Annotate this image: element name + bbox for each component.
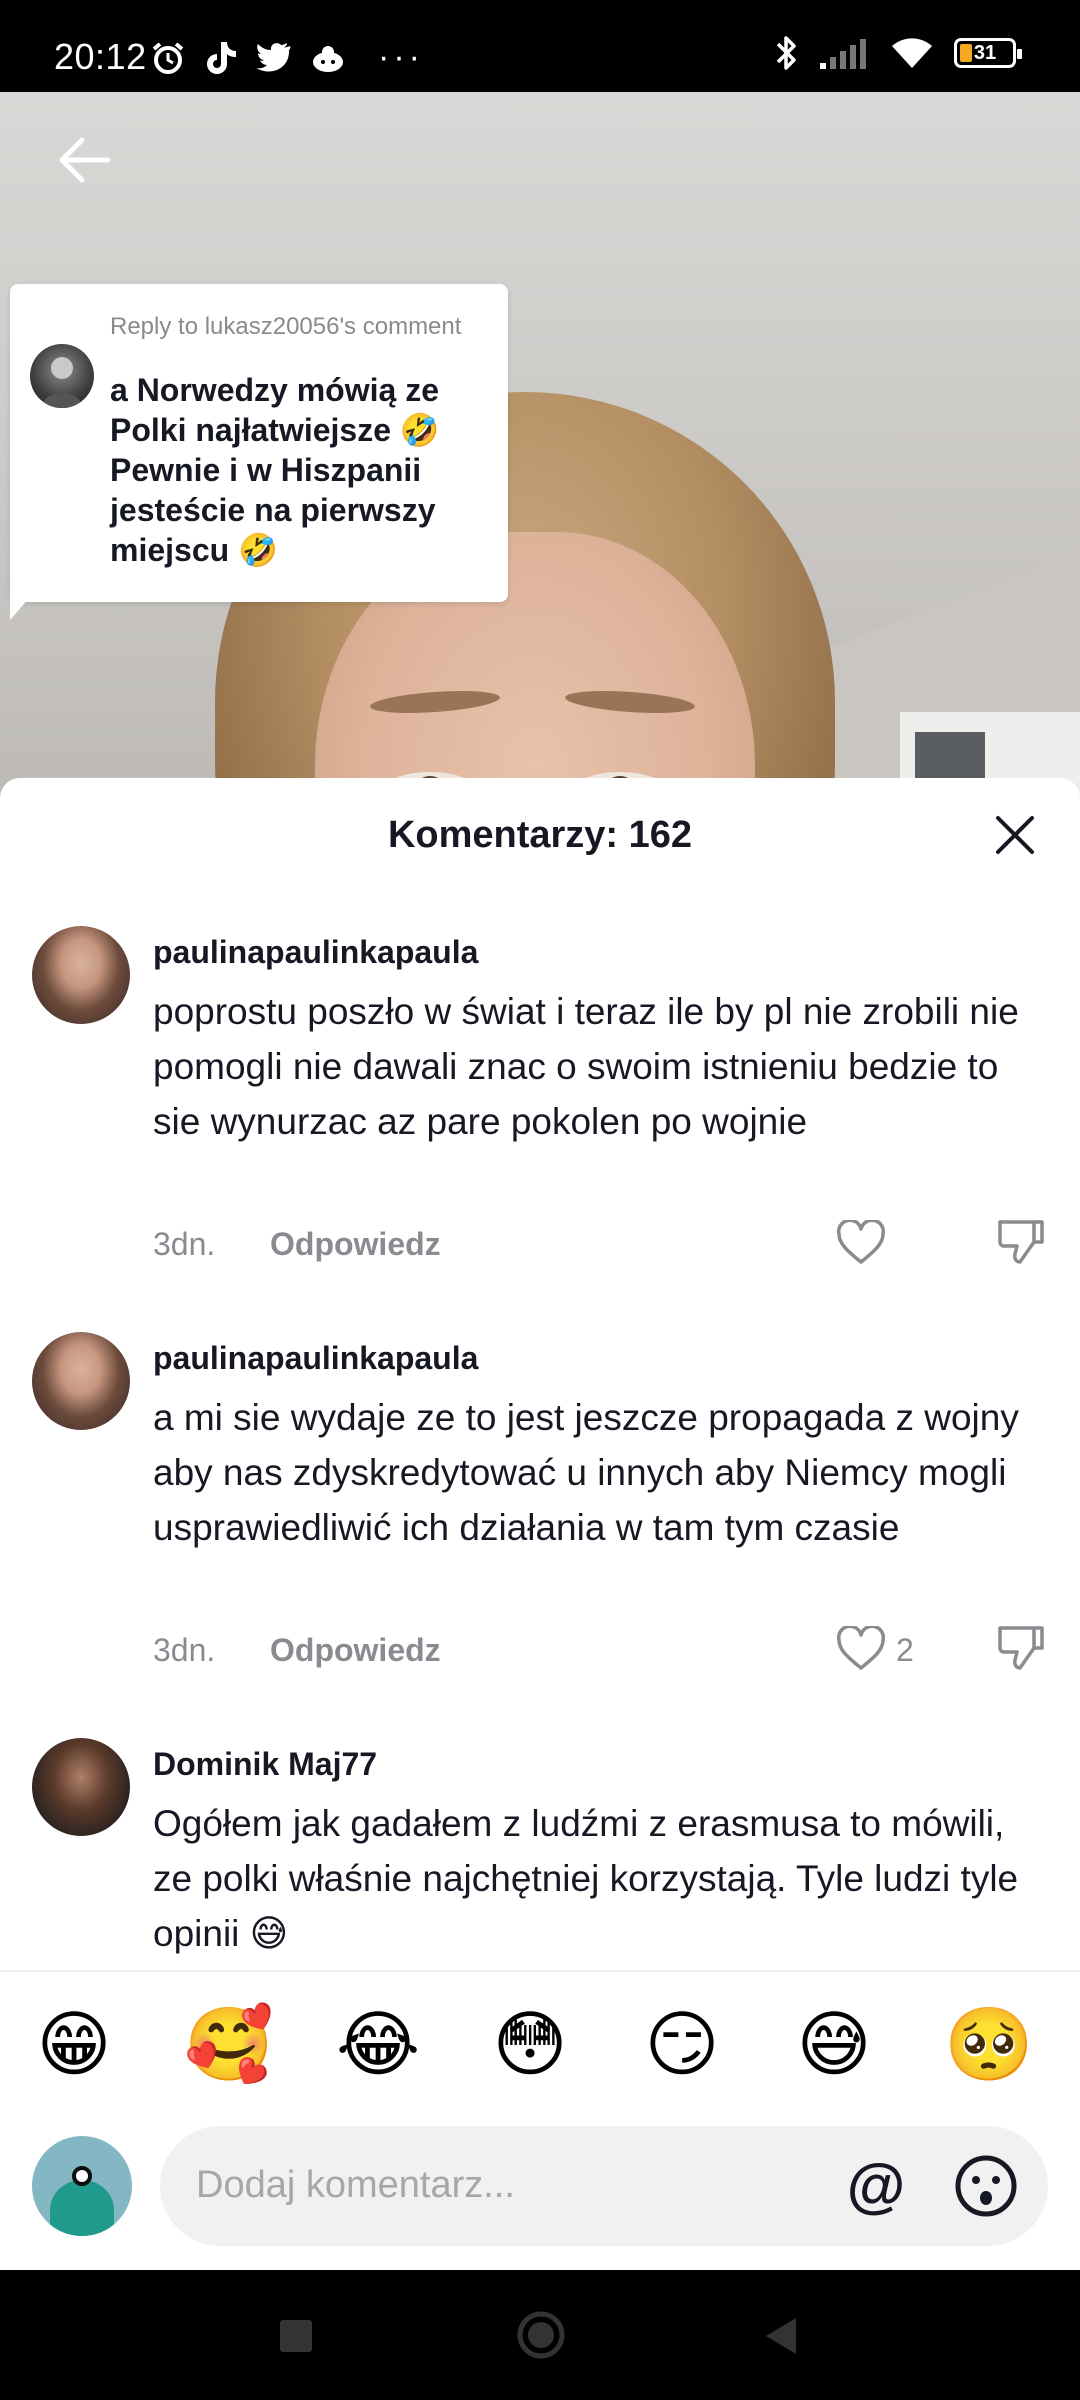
emoji-smirk[interactable]: 😏 xyxy=(640,2002,724,2086)
avatar-mascot-eye xyxy=(72,2166,92,2186)
reply-text: a Norwedzy mówią ze Polki najłatwiejsze … xyxy=(110,372,440,568)
emoji-grin[interactable]: 😁 xyxy=(32,2002,116,2086)
cloud-icon xyxy=(313,45,343,72)
comment-item: Dominik Maj77 Ogółem jak gadałem z ludźm… xyxy=(0,1738,1080,1978)
like-count: 2 xyxy=(896,1632,914,1668)
divider xyxy=(0,1970,1080,1972)
emoji-sweat-smile[interactable]: 😅 xyxy=(792,2002,876,2086)
heart-icon[interactable] xyxy=(836,1220,886,1266)
emoji-hearts[interactable]: 🥰 xyxy=(184,2002,274,2086)
recents-button[interactable] xyxy=(280,2320,312,2352)
battery-icon: 31 xyxy=(954,38,1022,68)
left-brow xyxy=(369,687,501,717)
home-icon[interactable] xyxy=(516,2310,566,2360)
heart-icon[interactable] xyxy=(836,1626,886,1672)
avatar[interactable] xyxy=(32,1332,130,1430)
comment-username[interactable]: paulinapaulinkapaula xyxy=(153,934,478,971)
comment-text: poprostu poszło w świat i teraz ile by p… xyxy=(153,991,1019,1142)
emoji-tears-of-joy[interactable]: 😂 xyxy=(336,2002,420,2086)
emoji-flushed[interactable]: 😳 xyxy=(488,2002,572,2086)
comment-text: Ogółem jak gadałem z ludźmi z erasmusa t… xyxy=(153,1803,1019,1954)
emoji-picker-icon[interactable] xyxy=(952,2152,1020,2220)
reply-button[interactable]: Odpowiedz xyxy=(270,1632,441,1669)
status-icons-right: 31 xyxy=(774,34,1022,72)
alarm-icon xyxy=(152,41,184,74)
comment-placeholder: Dodaj komentarz... xyxy=(196,2164,515,2206)
comments-sheet: Komentarzy: 162 paulinapaulinkapaula pop… xyxy=(0,778,1080,2270)
battery-text: 31 xyxy=(973,41,997,64)
status-bar: 20:12 ··· 31 xyxy=(0,0,1080,92)
comment-input[interactable]: Dodaj komentarz... @ xyxy=(160,2126,1048,2246)
reply-heading: Reply to lukasz20056's comment xyxy=(110,313,462,340)
dislike-icon[interactable] xyxy=(996,1218,1046,1266)
system-nav-bar xyxy=(0,2270,1080,2400)
comment-input-row: Dodaj komentarz... @ xyxy=(0,2126,1080,2266)
status-time: 20:12 xyxy=(54,36,147,77)
bluetooth-icon xyxy=(776,36,796,70)
comment-item: paulinapaulinkapaula a mi sie wydaje ze … xyxy=(0,1332,1080,1692)
nav-back-icon[interactable] xyxy=(760,2314,800,2358)
reply-button[interactable]: Odpowiedz xyxy=(270,1226,441,1263)
comment-username[interactable]: Dominik Maj77 xyxy=(153,1746,377,1783)
right-brow xyxy=(564,687,696,717)
avatar[interactable] xyxy=(32,1738,130,1836)
reply-avatar xyxy=(30,344,94,408)
emoji-quick-bar: 😁 🥰 😂 😳 😏 😅 🥺 xyxy=(0,2002,1080,2098)
back-arrow-icon[interactable] xyxy=(54,130,114,190)
signal-icon xyxy=(820,39,866,69)
reply-tail xyxy=(10,590,36,620)
comment-item: paulinapaulinkapaula poprostu poszło w ś… xyxy=(0,926,1080,1286)
tiktok-icon xyxy=(207,41,236,74)
more-icon: ··· xyxy=(378,38,424,76)
avatar-mascot xyxy=(50,2180,114,2236)
mention-button[interactable]: @ xyxy=(842,2152,910,2220)
comment-date: 3dn. xyxy=(153,1226,216,1262)
emoji-pleading[interactable]: 🥺 xyxy=(944,2002,1034,2086)
status-icons-left: ··· xyxy=(150,38,424,77)
wifi-icon xyxy=(892,38,932,68)
comments-count-title: Komentarzy: 162 xyxy=(387,814,693,856)
close-icon[interactable] xyxy=(988,808,1042,862)
dislike-icon[interactable] xyxy=(996,1624,1046,1672)
twitter-icon xyxy=(256,42,291,72)
comment-text: a mi sie wydaje ze to jest jeszcze propa… xyxy=(153,1397,1019,1548)
comment-date: 3dn. xyxy=(153,1632,216,1668)
comment-username[interactable]: paulinapaulinkapaula xyxy=(153,1340,478,1377)
reply-sticker[interactable]: Reply to lukasz20056's comment a Norwedz… xyxy=(10,284,508,602)
my-avatar[interactable] xyxy=(32,2136,132,2236)
person-silhouette-icon xyxy=(42,357,82,408)
avatar[interactable] xyxy=(32,926,130,1024)
